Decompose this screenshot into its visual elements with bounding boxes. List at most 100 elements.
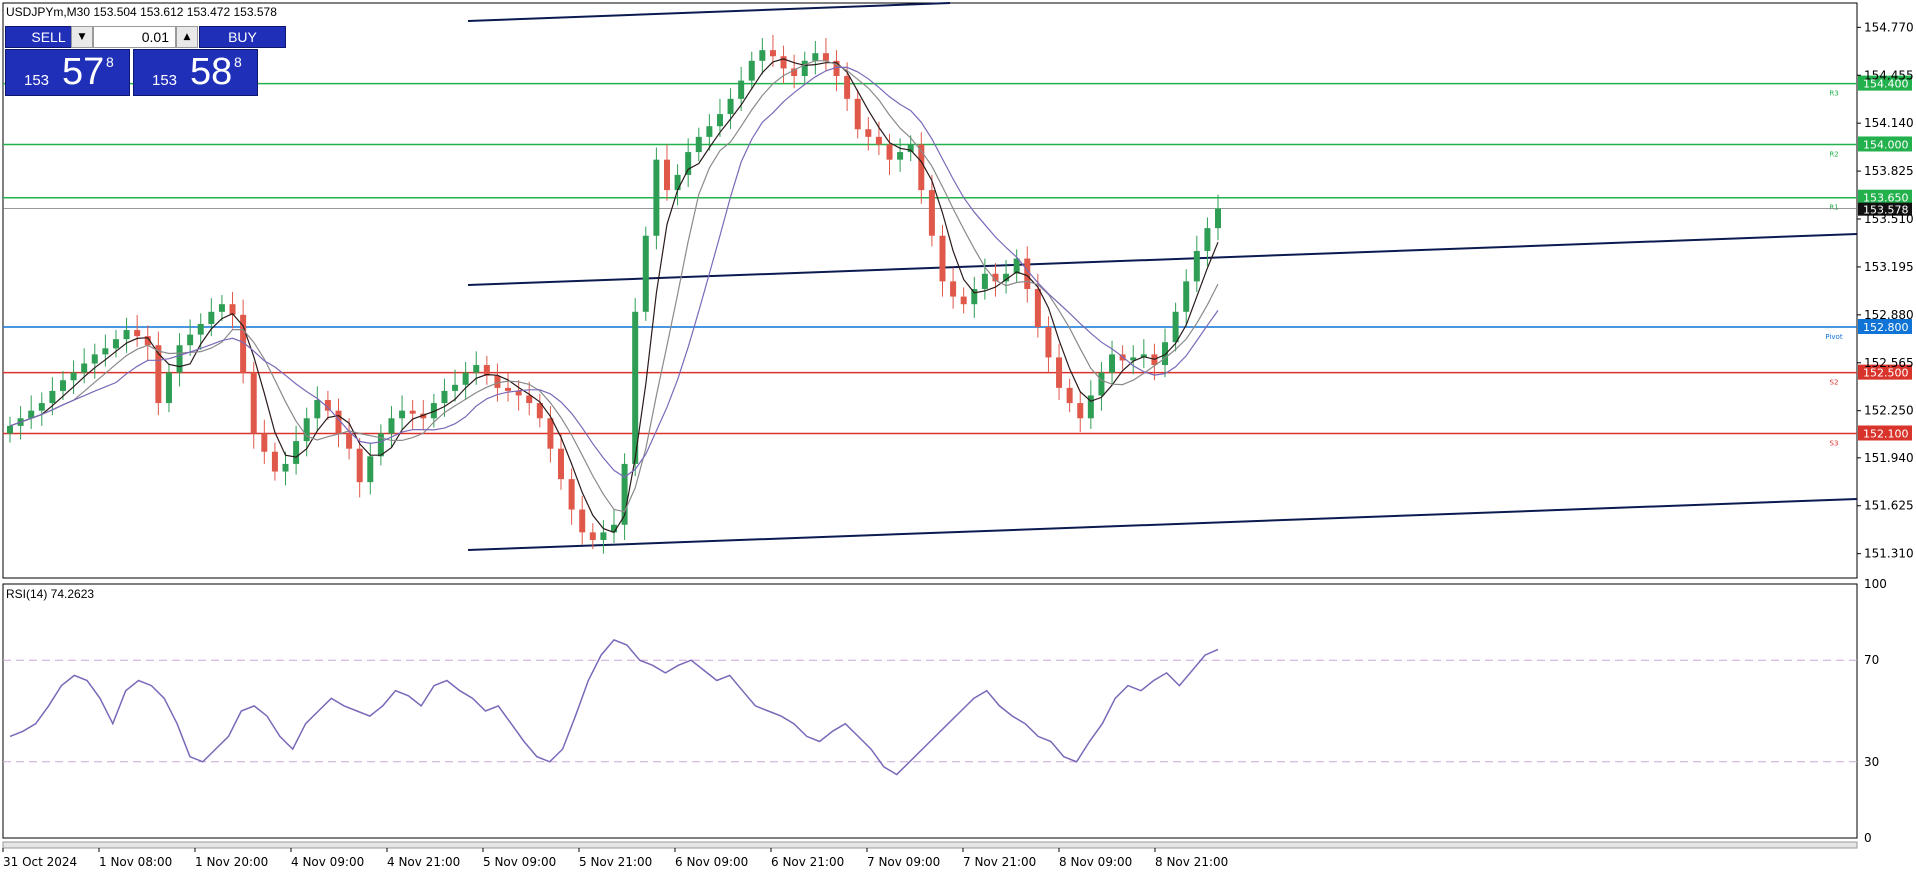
level-label-5: 152.100 <box>1863 427 1909 440</box>
candle-body-109 <box>1162 342 1169 366</box>
candles <box>7 34 1221 554</box>
level-label-3: 152.800 <box>1863 321 1909 334</box>
candle-body-41 <box>441 390 448 404</box>
price-tick-11: 151.310 <box>1864 547 1914 561</box>
level-tag-5: S3 <box>1830 439 1839 447</box>
candle-body-69 <box>738 80 745 99</box>
price-plot-border <box>2 2 1858 579</box>
candle-body-70 <box>748 60 755 81</box>
level-tag-2: R1 <box>1829 204 1838 212</box>
price-tick-4: 153.510 <box>1864 212 1914 226</box>
price-chart-frame <box>2 2 1858 849</box>
candle-body-47 <box>505 387 512 391</box>
candle-body-24 <box>261 433 268 452</box>
price-axis: 154.770 154.455 154.140 153.825 153.510 153.1… <box>1857 20 1914 561</box>
rsi-panel: 100 70 30 0 <box>3 577 1887 845</box>
candle-body-98 <box>1045 327 1052 358</box>
candle-body-16 <box>176 345 183 373</box>
candle-body-4 <box>49 390 56 404</box>
buy-price-fraction: 8 <box>234 54 242 70</box>
candle-body-67 <box>716 114 723 127</box>
candle-body-84 <box>897 152 904 160</box>
channel-middle <box>467 233 1858 286</box>
regression-channel <box>467 2 1858 551</box>
candle-body-5 <box>59 380 66 391</box>
scroll-strip <box>2 841 1858 849</box>
candle-body-96 <box>1024 258 1031 289</box>
price-tick-9: 151.940 <box>1864 451 1914 465</box>
price-tick-3: 153.825 <box>1864 164 1914 178</box>
candle-body-46 <box>494 375 501 388</box>
candle-body-80 <box>854 98 861 130</box>
time-tick-11: 8 Nov 09:00 <box>1059 855 1132 869</box>
candle-body-68 <box>727 98 734 115</box>
rsi-tick-1: 70 <box>1864 653 1879 667</box>
candle-body-42 <box>452 384 459 391</box>
channel-upper <box>467 2 951 22</box>
candle-body-43 <box>462 372 469 385</box>
price-tick-2: 154.140 <box>1864 116 1914 130</box>
chart-canvas: R3154.400R2154.000R1153.650Pivot152.800S… <box>2 2 1914 869</box>
chevron-down-icon: ▼ <box>78 32 86 42</box>
buy-price-quote[interactable]: 153 58 8 <box>133 49 258 96</box>
level-tag-1: R2 <box>1829 150 1838 158</box>
candle-body-38 <box>409 410 416 414</box>
candle-body-33 <box>356 448 363 483</box>
candle-body-91 <box>971 288 978 305</box>
sell-price-quote[interactable]: 153 57 8 <box>5 49 130 96</box>
candle-body-51 <box>547 418 554 449</box>
sell-price-fraction: 8 <box>106 54 114 70</box>
candle-body-49 <box>526 395 533 404</box>
candle-body-65 <box>695 136 702 153</box>
lot-decrease-button[interactable]: ▼ <box>71 26 93 48</box>
time-tick-3: 4 Nov 09:00 <box>291 855 364 869</box>
candle-body-87 <box>928 190 935 236</box>
rsi-tick-0: 100 <box>1864 577 1887 591</box>
lot-size-input[interactable]: 0.01 <box>93 26 176 48</box>
price-tick-6: 152.880 <box>1864 308 1914 322</box>
sell-price-pips: 57 <box>62 51 105 93</box>
channel-lower <box>467 498 1858 551</box>
candle-body-15 <box>165 372 172 404</box>
time-tick-0: 31 Oct 2024 <box>3 855 77 869</box>
candle-body-17 <box>187 334 194 346</box>
level-label-1: 154.000 <box>1863 138 1909 151</box>
candle-body-75 <box>801 60 808 77</box>
candle-body-88 <box>939 235 946 282</box>
candle-body-7 <box>81 363 88 373</box>
lot-increase-button[interactable]: ▲ <box>176 26 198 48</box>
symbol-info: USDJPYm,M30 153.504 153.612 153.472 153.… <box>6 5 277 19</box>
candle-body-81 <box>865 129 872 137</box>
time-tick-2: 1 Nov 20:00 <box>195 855 268 869</box>
candle-body-0 <box>7 425 13 434</box>
candle-body-99 <box>1056 357 1063 388</box>
candle-body-79 <box>844 76 851 99</box>
price-tick-0: 154.770 <box>1864 20 1914 34</box>
price-tick-1: 154.455 <box>1864 68 1914 82</box>
time-tick-9: 7 Nov 09:00 <box>867 855 940 869</box>
candle-body-114 <box>1215 208 1221 229</box>
candle-body-110 <box>1172 311 1179 343</box>
candle-body-73 <box>780 56 787 69</box>
level-tag-0: R3 <box>1829 90 1838 98</box>
candle-body-100 <box>1066 387 1073 404</box>
candle-body-37 <box>399 410 406 419</box>
candle-body-12 <box>134 330 141 337</box>
buy-price-pips: 58 <box>190 51 233 93</box>
price-tick-5: 153.195 <box>1864 260 1914 274</box>
time-tick-7: 6 Nov 09:00 <box>675 855 748 869</box>
candle-body-26 <box>282 463 289 472</box>
time-tick-1: 1 Nov 08:00 <box>99 855 172 869</box>
candle-body-23 <box>250 372 257 434</box>
candle-body-62 <box>663 159 670 191</box>
candle-body-60 <box>642 235 649 312</box>
candle-body-101 <box>1077 403 1084 419</box>
candle-body-54 <box>579 509 586 533</box>
candle-body-44 <box>473 365 480 373</box>
chevron-up-icon: ▲ <box>183 32 191 42</box>
buy-button[interactable]: BUY <box>199 26 286 48</box>
moving-average-2 <box>9 66 1219 478</box>
candle-body-3 <box>38 403 45 411</box>
level-tag-3: Pivot <box>1825 333 1842 341</box>
candle-body-28 <box>303 418 310 442</box>
